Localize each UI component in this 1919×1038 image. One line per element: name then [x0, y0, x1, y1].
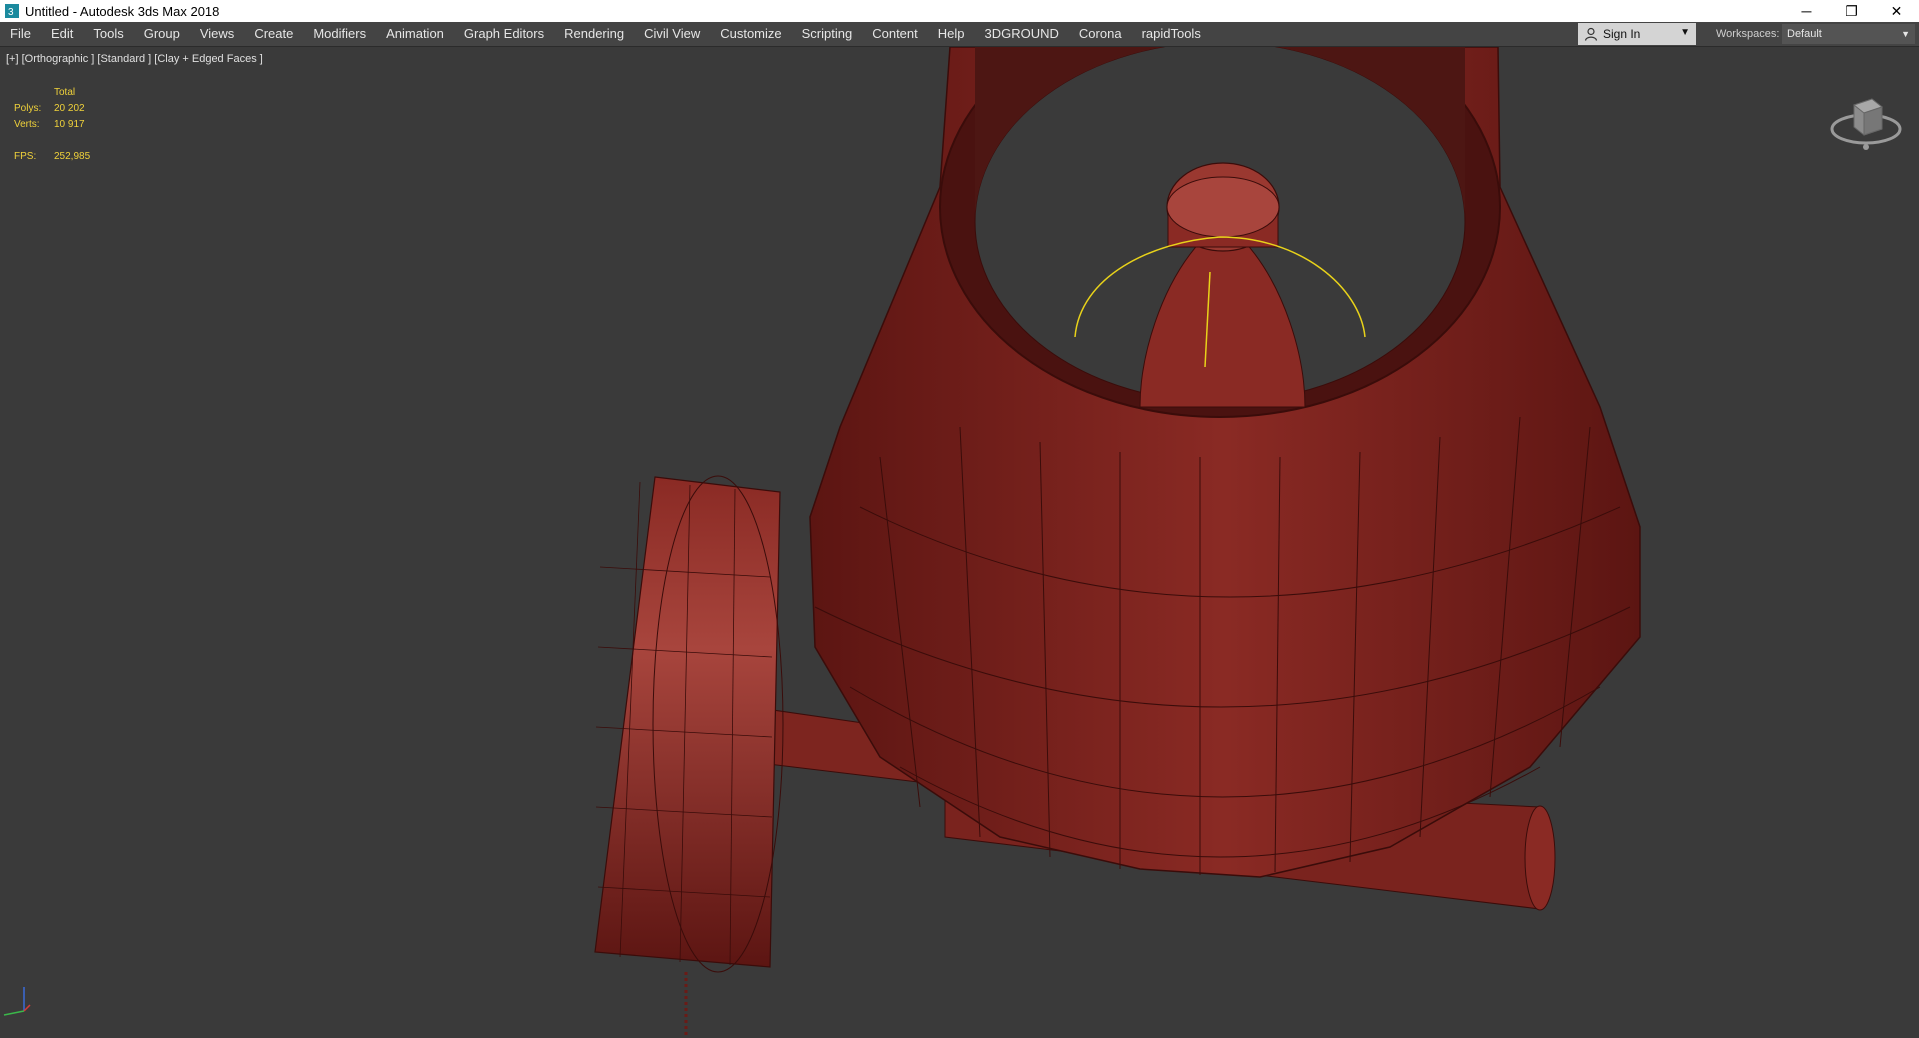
- workspace-value: Default: [1787, 28, 1822, 40]
- viewport-label[interactable]: [+] [Orthographic ] [Standard ] [Clay + …: [6, 53, 263, 65]
- restore-button[interactable]: ❐: [1829, 0, 1874, 22]
- menu-help[interactable]: Help: [928, 22, 975, 46]
- app-logo-icon: 3: [5, 4, 19, 18]
- title-bar: 3 Untitled - Autodesk 3ds Max 2018 ─ ❐ ✕: [0, 0, 1919, 22]
- menu-3dground[interactable]: 3DGROUND: [975, 22, 1069, 46]
- stats-header-row: Total: [14, 84, 90, 100]
- chevron-down-icon: ▼: [1901, 29, 1910, 39]
- svg-text:3: 3: [8, 7, 14, 18]
- verts-label: Verts:: [14, 118, 40, 130]
- menu-modifiers[interactable]: Modifiers: [303, 22, 376, 46]
- stats-overlay: Total Polys: 20 202 Verts: 10 917 FPS: 2…: [14, 84, 90, 164]
- menu-rendering[interactable]: Rendering: [554, 22, 634, 46]
- sign-in-button[interactable]: Sign In ▼: [1578, 23, 1696, 45]
- menu-views[interactable]: Views: [190, 22, 244, 46]
- viewcube-icon[interactable]: [1826, 81, 1906, 161]
- polys-label: Polys:: [14, 102, 42, 114]
- menu-edit[interactable]: Edit: [41, 22, 83, 46]
- menu-group[interactable]: Group: [134, 22, 190, 46]
- scene-render: [594, 47, 1641, 1038]
- stats-verts-row: Verts: 10 917: [14, 116, 90, 132]
- menu-graph-editors[interactable]: Graph Editors: [454, 22, 554, 46]
- perspective-viewport[interactable]: [+] [Orthographic ] [Standard ] [Clay + …: [0, 47, 1919, 1038]
- mesh-wall-disc[interactable]: [594, 475, 784, 973]
- minimize-button[interactable]: ─: [1784, 0, 1829, 22]
- axis-tripod-icon: [3, 987, 31, 1016]
- menu-file[interactable]: File: [0, 22, 41, 46]
- window-title: Untitled - Autodesk 3ds Max 2018: [25, 3, 220, 19]
- chevron-down-icon: ▼: [1680, 27, 1690, 38]
- fps-label: FPS:: [14, 150, 37, 162]
- menu-content[interactable]: Content: [862, 22, 928, 46]
- stats-header: Total: [54, 86, 76, 98]
- fps-value: 252,985: [54, 150, 91, 162]
- menu-tools[interactable]: Tools: [83, 22, 133, 46]
- close-button[interactable]: ✕: [1874, 0, 1919, 22]
- menu-scripting[interactable]: Scripting: [792, 22, 863, 46]
- menu-create[interactable]: Create: [244, 22, 303, 46]
- menu-bar: File Edit Tools Group Views Create Modif…: [0, 22, 1919, 47]
- verts-value: 10 917: [54, 118, 85, 130]
- polys-value: 20 202: [54, 102, 85, 114]
- menu-civil-view[interactable]: Civil View: [634, 22, 710, 46]
- workspaces-label: Workspaces:: [1716, 28, 1780, 40]
- workspace-select[interactable]: Default ▼: [1782, 24, 1915, 44]
- menu-customize[interactable]: Customize: [710, 22, 791, 46]
- stats-fps-row: FPS: 252,985: [14, 148, 90, 164]
- sign-in-label: Sign In: [1603, 27, 1641, 41]
- user-icon: [1584, 27, 1598, 41]
- window-controls: ─ ❐ ✕: [1784, 0, 1919, 22]
- menu-rapidtools[interactable]: rapidTools: [1132, 22, 1211, 46]
- stats-polys-row: Polys: 20 202: [14, 100, 90, 116]
- menu-animation[interactable]: Animation: [376, 22, 454, 46]
- menu-corona[interactable]: Corona: [1069, 22, 1132, 46]
